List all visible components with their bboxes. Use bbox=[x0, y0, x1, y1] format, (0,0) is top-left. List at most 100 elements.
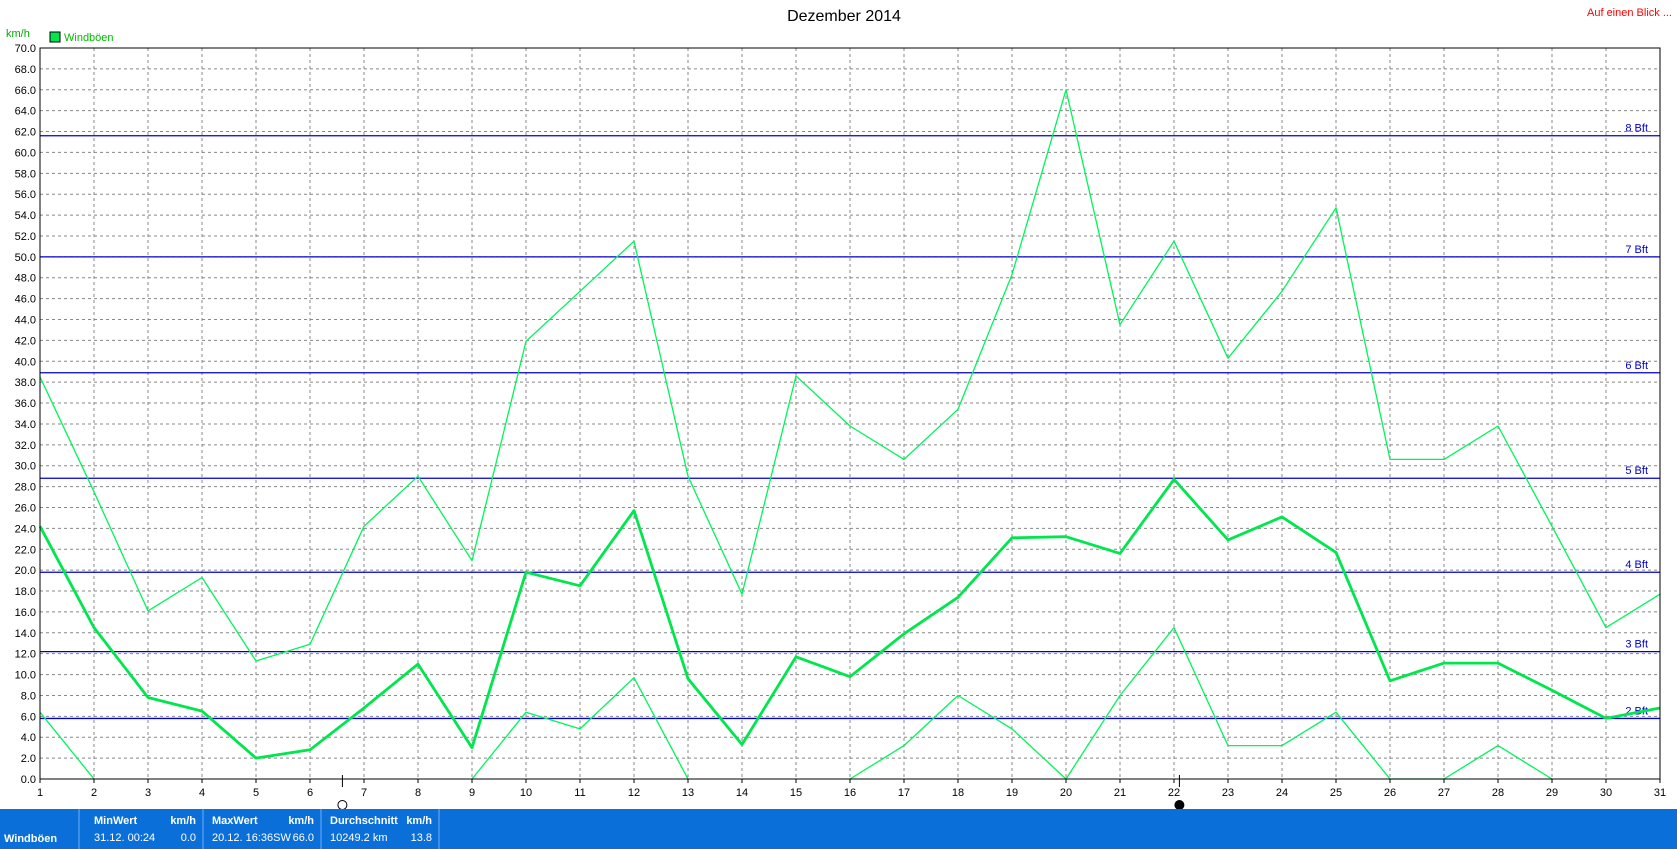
x-tick-label: 14 bbox=[736, 787, 748, 799]
y-tick-label: 36.0 bbox=[15, 398, 36, 410]
y-tick-label: 60.0 bbox=[15, 147, 36, 159]
x-tick-label: 8 bbox=[415, 787, 421, 799]
beaufort-label: 8 Bft bbox=[1625, 123, 1648, 135]
x-tick-label: 31 bbox=[1654, 787, 1666, 799]
y-tick-label: 6.0 bbox=[21, 711, 36, 723]
y-tick-label: 42.0 bbox=[15, 335, 36, 347]
y-tick-label: 64.0 bbox=[15, 106, 36, 118]
x-tick-label: 20 bbox=[1060, 787, 1072, 799]
y-tick-label: 28.0 bbox=[15, 482, 36, 494]
y-tick-label: 32.0 bbox=[15, 440, 36, 452]
beaufort-label: 5 Bft bbox=[1625, 465, 1648, 477]
y-tick-label: 54.0 bbox=[15, 210, 36, 222]
summary-label: Windböen bbox=[4, 833, 58, 845]
y-tick-label: 48.0 bbox=[15, 273, 36, 285]
y-tick-label: 8.0 bbox=[21, 690, 36, 702]
y-tick-label: 2.0 bbox=[21, 753, 36, 765]
y-tick-label: 68.0 bbox=[15, 64, 36, 76]
x-tick-label: 6 bbox=[307, 787, 313, 799]
x-tick-label: 11 bbox=[574, 787, 585, 799]
y-tick-label: 56.0 bbox=[15, 189, 36, 201]
y-axis-unit: km/h bbox=[6, 28, 30, 40]
x-tick-label: 30 bbox=[1600, 787, 1612, 799]
x-tick-label: 9 bbox=[469, 787, 475, 799]
min-value: 0.0 bbox=[180, 832, 196, 844]
y-tick-label: 50.0 bbox=[15, 252, 36, 264]
x-tick-label: 25 bbox=[1330, 787, 1342, 799]
y-tick-label: 46.0 bbox=[15, 294, 36, 306]
max-header: MaxWert bbox=[212, 815, 258, 827]
x-tick-label: 16 bbox=[844, 787, 856, 799]
min-unit: km/h bbox=[170, 815, 196, 827]
y-tick-label: 26.0 bbox=[15, 502, 36, 514]
beaufort-label: 6 Bft bbox=[1625, 360, 1648, 372]
summary-label-cell: Windböen bbox=[0, 809, 80, 849]
overview-link[interactable]: Auf einen Blick ... bbox=[1587, 7, 1672, 19]
y-tick-label: 24.0 bbox=[15, 523, 36, 535]
grid bbox=[40, 48, 1660, 779]
y-tick-label: 30.0 bbox=[15, 461, 36, 473]
y-tick-label: 12.0 bbox=[15, 649, 36, 661]
beaufort-label: 4 Bft bbox=[1625, 559, 1648, 571]
x-tick-label: 26 bbox=[1384, 787, 1396, 799]
x-tick-label: 28 bbox=[1492, 787, 1504, 799]
x-tick-label: 2 bbox=[91, 787, 97, 799]
wind-gust-chart: Dezember 2014 Auf einen Blick ... km/h W… bbox=[6, 7, 1672, 809]
avg-header: Durchschnitt bbox=[330, 815, 398, 827]
summary-max-cell: MaxWert km/h 20.12. 16:36SW 66.0 bbox=[208, 809, 322, 849]
chart-title: Dezember 2014 bbox=[787, 8, 901, 25]
summary-avg-cell: Durchschnitt km/h 10249.2 km 13.8 bbox=[326, 809, 440, 849]
y-tick-label: 16.0 bbox=[15, 607, 36, 619]
y-tick-label: 70.0 bbox=[15, 43, 36, 55]
max-value: 66.0 bbox=[292, 832, 314, 844]
x-tick-label: 7 bbox=[361, 787, 367, 799]
x-tick-label: 27 bbox=[1438, 787, 1450, 799]
y-tick-label: 18.0 bbox=[15, 586, 36, 598]
min-time: 31.12. 00:24 bbox=[94, 832, 156, 844]
x-tick-label: 23 bbox=[1222, 787, 1234, 799]
y-tick-label: 44.0 bbox=[15, 315, 36, 327]
max-unit: km/h bbox=[288, 815, 314, 827]
x-tick-label: 15 bbox=[790, 787, 802, 799]
x-tick-label: 24 bbox=[1276, 787, 1288, 799]
series-line-min bbox=[849, 626, 1553, 780]
moon-phase-markers bbox=[337, 775, 1185, 809]
y-tick-label: 20.0 bbox=[15, 565, 36, 577]
legend-label: Windböen bbox=[64, 32, 114, 44]
max-time: 20.12. 16:36SW bbox=[212, 832, 291, 844]
y-tick-label: 10.0 bbox=[15, 670, 36, 682]
legend-swatch bbox=[49, 31, 61, 43]
avg-distance: 10249.2 km bbox=[330, 832, 388, 844]
x-tick-label: 21 bbox=[1114, 787, 1126, 799]
summary-bar: Windböen MinWert km/h 31.12. 00:24 0.0 M… bbox=[0, 809, 1677, 849]
y-tick-label: 14.0 bbox=[15, 628, 36, 640]
beaufort-label: 7 Bft bbox=[1625, 244, 1648, 256]
avg-unit: km/h bbox=[406, 815, 432, 827]
x-tick-label: 10 bbox=[520, 787, 532, 799]
y-tick-label: 52.0 bbox=[15, 231, 36, 243]
y-tick-label: 58.0 bbox=[15, 168, 36, 180]
x-tick-label: 13 bbox=[682, 787, 694, 799]
x-tick-label: 17 bbox=[898, 787, 910, 799]
summary-min-cell: MinWert km/h 31.12. 00:24 0.0 bbox=[92, 809, 204, 849]
full-moon-icon bbox=[337, 800, 348, 809]
y-tick-label: 66.0 bbox=[15, 85, 36, 97]
min-header: MinWert bbox=[94, 815, 138, 827]
x-tick-label: 12 bbox=[628, 787, 640, 799]
x-tick-label: 5 bbox=[253, 787, 259, 799]
axes: 0.0 2.0 4.0 6.0 8.0 10.0 12.0 14.0 16.0 18.0 20.0 2… bbox=[15, 43, 1667, 799]
beaufort-label: 3 Bft bbox=[1625, 639, 1648, 651]
series-line-min bbox=[39, 711, 95, 780]
avg-value: 13.8 bbox=[410, 832, 432, 844]
y-tick-label: 22.0 bbox=[15, 544, 36, 556]
y-tick-label: 0.0 bbox=[21, 774, 36, 786]
x-tick-label: 3 bbox=[145, 787, 151, 799]
y-tick-label: 38.0 bbox=[15, 377, 36, 389]
x-tick-label: 18 bbox=[952, 787, 964, 799]
x-tick-label: 1 bbox=[37, 787, 43, 799]
x-tick-label: 19 bbox=[1006, 787, 1018, 799]
x-tick-label: 22 bbox=[1168, 787, 1180, 799]
y-tick-label: 34.0 bbox=[15, 419, 36, 431]
y-tick-label: 4.0 bbox=[21, 732, 36, 744]
y-tick-label: 62.0 bbox=[15, 127, 36, 139]
